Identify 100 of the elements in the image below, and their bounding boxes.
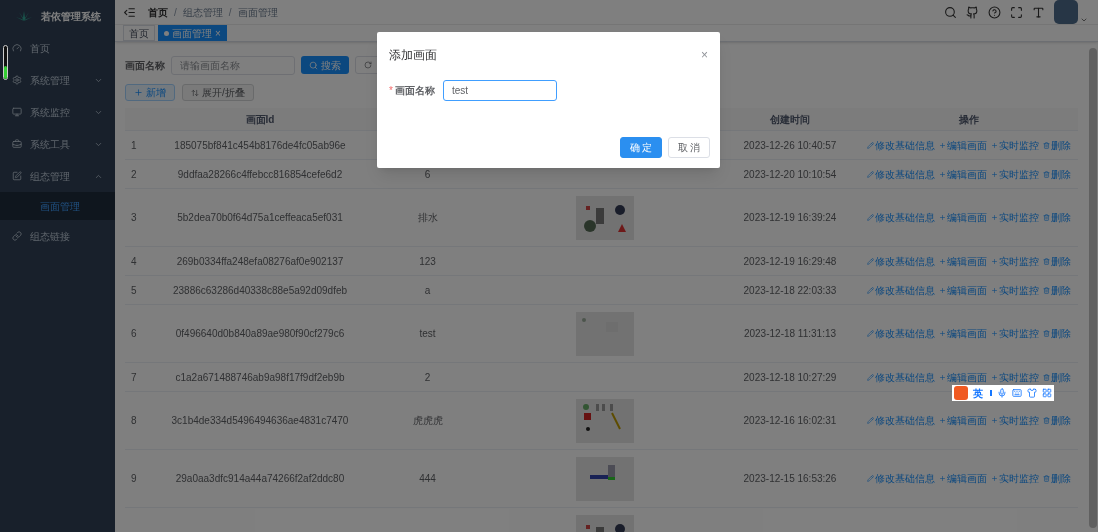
action-link[interactable]: 删除 [1043, 471, 1071, 486]
table-cell: 185075bf841c454b8176de4fc05ab96e [174, 139, 346, 151]
table-cell: 2023-12-16 16:02:31 [743, 415, 837, 426]
table-cell: 虎虎虎 [412, 415, 443, 426]
table-cell: c1a2a671488746ab9a98f17f9df2eb9b [175, 371, 345, 383]
table-cell: 6 [131, 328, 137, 339]
action-link[interactable]: 删除 [1043, 369, 1071, 385]
action-link[interactable]: 修改基础信息 [867, 369, 935, 385]
action-link[interactable]: 实时监控 [991, 253, 1039, 269]
action-link[interactable]: 实时监控 [991, 326, 1039, 341]
table-cell: 2023-12-18 10:27:29 [743, 371, 837, 383]
table-cell: 2023-12-18 22:03:33 [743, 284, 837, 296]
expand-collapse-button[interactable]: 展开/折叠 [182, 84, 254, 101]
action-link[interactable]: 编辑画面 [939, 369, 987, 385]
table-cell: 2023-12-26 10:40:57 [743, 139, 837, 151]
action-link[interactable]: 实时监控 [991, 413, 1039, 428]
table-cell: 269b0334ffa248efa08276af0e902137 [176, 255, 344, 267]
action-link[interactable]: 修改基础信息 [867, 471, 935, 486]
breadcrumb-item[interactable]: 首页 [148, 4, 168, 20]
table-cell: 2 [424, 371, 431, 383]
add-button[interactable]: 新增 [125, 84, 175, 101]
cancel-button[interactable]: 取 消 [668, 137, 710, 158]
table-cell: 2023-12-15 16:53:26 [743, 473, 837, 484]
action-link[interactable]: 编辑画面 [939, 166, 987, 182]
name-input[interactable]: test [442, 80, 557, 101]
submenu-item[interactable]: 画面管理 [0, 192, 115, 220]
table-cell: 23886c63286d40338c88e5a92d09dfeb [172, 284, 348, 296]
action-link[interactable]: 修改基础信息 [867, 210, 935, 225]
tag[interactable]: 画面管理 × [158, 25, 227, 41]
column-header: 操作 [959, 113, 979, 125]
action-link[interactable]: 编辑画面 [939, 137, 987, 153]
action-link[interactable]: 编辑画面 [939, 282, 987, 298]
close-icon[interactable]: × [701, 46, 708, 64]
search-button[interactable]: 搜索 [301, 56, 349, 74]
table-cell: 5b2dea70b0f64d75a1ceffeaca5ef031 [177, 212, 343, 223]
table-cell: 5 [131, 284, 137, 296]
table-cell: 29a0aa3dfc914a44a74266f2af2ddc80 [175, 473, 345, 484]
action-link[interactable]: 修改基础信息 [867, 326, 935, 341]
close-icon[interactable]: × [215, 25, 221, 41]
action-link[interactable]: 实时监控 [991, 471, 1039, 486]
column-header: 创建时间 [770, 113, 810, 125]
menu-item[interactable]: 首页 [0, 32, 115, 64]
breadcrumb-separator: / [228, 5, 232, 20]
action-link[interactable]: 删除 [1043, 413, 1071, 428]
table-cell: 8 [131, 415, 137, 426]
action-link[interactable]: 删除 [1043, 137, 1071, 153]
field-label: 画面名称 [394, 84, 435, 98]
menu-item[interactable]: 组态链接 [0, 220, 115, 252]
dialog-title: 添加画面 [389, 47, 437, 64]
column-header: 画面Id [245, 113, 275, 125]
table-cell: 2 [131, 168, 137, 180]
action-link[interactable]: 修改基础信息 [867, 137, 935, 153]
action-link[interactable]: 实时监控 [991, 166, 1039, 182]
action-link[interactable]: 删除 [1043, 282, 1071, 298]
required-mark: * [389, 84, 393, 98]
ime-mode[interactable]: 英 [973, 385, 983, 401]
table-cell: 2023-12-18 11:31:13 [743, 328, 837, 339]
table-cell: 9ddfaa28266c4ffebcc816854cefe6d2 [177, 168, 343, 180]
table-cell: 3c1b4de334d5496494636ae4831c7470 [171, 415, 349, 426]
table-cell: 3 [131, 212, 137, 223]
table-cell: 0f496640d0b840a89ae980f90cf279c6 [175, 328, 345, 339]
action-link[interactable]: 编辑画面 [939, 326, 987, 341]
table-cell: 排水 [417, 212, 438, 223]
app-title: 若依管理系统 [40, 9, 101, 24]
action-link[interactable]: 删除 [1043, 326, 1071, 341]
confirm-button[interactable]: 确 定 [620, 137, 662, 158]
breadcrumb-item: 画面管理 [237, 5, 278, 20]
action-link[interactable]: 实时监控 [991, 137, 1039, 153]
action-link[interactable]: 编辑画面 [939, 471, 987, 486]
breadcrumb-separator: / [174, 5, 177, 20]
table-cell: 123 [419, 255, 436, 267]
action-link[interactable]: 修改基础信息 [867, 253, 935, 269]
action-link[interactable]: 实时监控 [991, 210, 1039, 225]
field-label: 画面名称 [125, 58, 165, 73]
tag-label: 首页 [129, 26, 149, 41]
table-cell: 7 [131, 371, 137, 383]
action-link[interactable]: 实时监控 [991, 369, 1039, 385]
table-cell: 2023-12-20 10:10:54 [743, 168, 837, 180]
table-cell: 9 [131, 473, 137, 484]
action-link[interactable]: 编辑画面 [939, 253, 987, 269]
table-cell: 2023-12-19 16:39:24 [743, 212, 837, 223]
table-cell: 6 [424, 168, 431, 180]
action-link[interactable]: 修改基础信息 [867, 413, 935, 428]
action-link[interactable]: 修改基础信息 [867, 166, 935, 182]
table-cell: 2023-12-19 16:29:48 [743, 255, 837, 267]
breadcrumb-item[interactable]: 组态管理 [182, 4, 223, 20]
action-link[interactable]: 实时监控 [991, 282, 1039, 298]
action-link[interactable]: 编辑画面 [939, 413, 987, 428]
action-link[interactable]: 编辑画面 [939, 210, 987, 225]
action-link[interactable]: 修改基础信息 [867, 282, 935, 298]
table-cell: 444 [419, 473, 436, 484]
tag-label: 画面管理 [172, 26, 212, 41]
table-cell: test [419, 328, 436, 339]
action-link[interactable]: 删除 [1043, 253, 1071, 269]
table-cell: 4 [131, 255, 137, 267]
table-cell: 1 [131, 139, 137, 151]
action-link[interactable]: 删除 [1043, 166, 1071, 182]
action-link[interactable]: 删除 [1043, 210, 1071, 225]
tag[interactable]: 首页 [123, 25, 155, 41]
table-cell: a [424, 284, 431, 296]
